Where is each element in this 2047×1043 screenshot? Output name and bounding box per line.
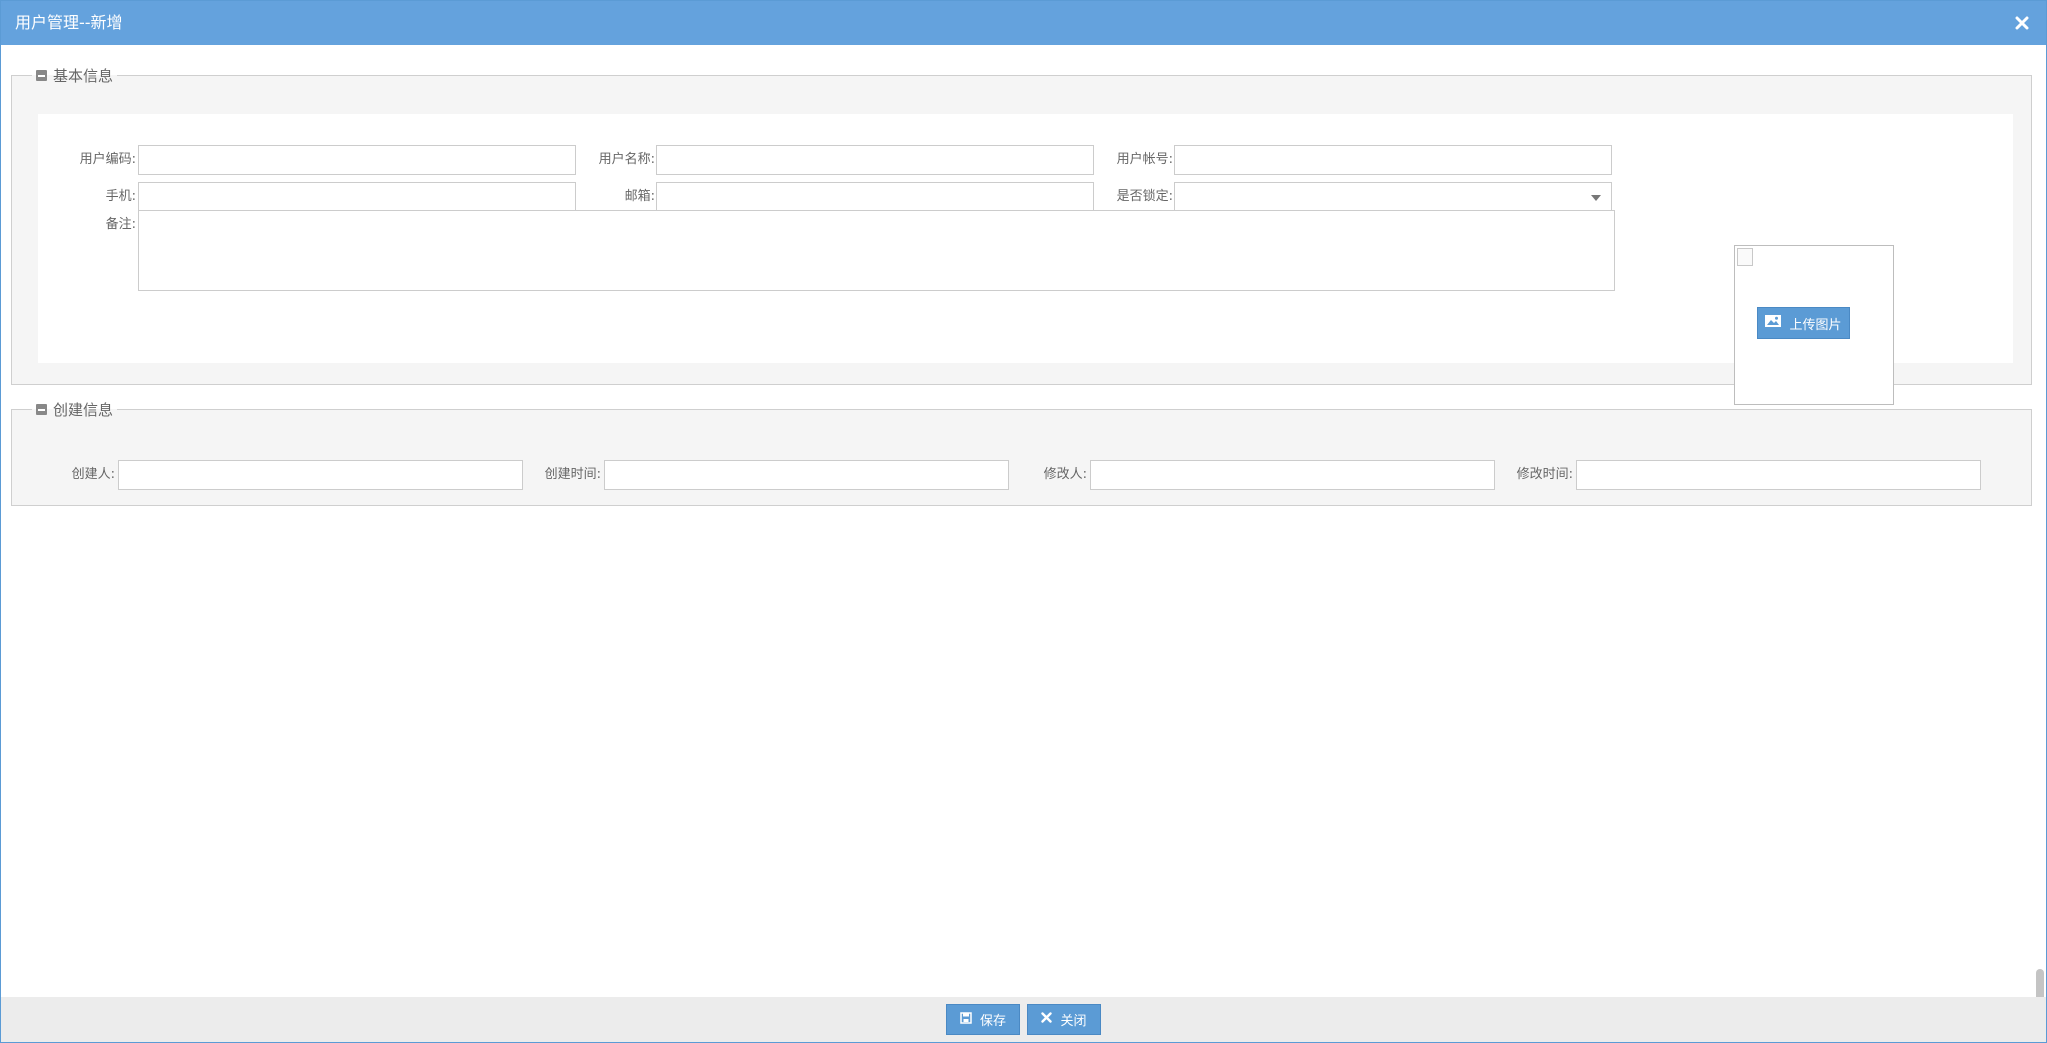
close-button[interactable]: 关闭 [1027, 1004, 1101, 1035]
broken-image-icon [1737, 248, 1753, 266]
user-code-label: 用户编码: [79, 152, 136, 167]
phone-label: 手机: [105, 189, 136, 204]
basic-info-legend: 基本信息 [32, 65, 117, 86]
create-info-legend-label: 创建信息 [53, 401, 114, 419]
creator-input[interactable] [118, 460, 523, 490]
user-account-label: 用户帐号: [1116, 152, 1173, 167]
basic-info-legend-label: 基本信息 [53, 67, 114, 85]
image-icon [1765, 315, 1782, 331]
upload-image-button[interactable]: 上传图片 [1757, 307, 1850, 339]
create-info-group: 创建信息 创建人: 创建时间: 修改人: 修改时间: [11, 399, 2032, 506]
create-time-input[interactable] [604, 460, 1009, 490]
create-info-legend: 创建信息 [32, 399, 117, 420]
phone-input[interactable] [138, 182, 576, 212]
basic-info-panel: 用户编码: 用户名称: 用户帐号: 手机: 邮箱: 是否锁定: 备注: 上传图片 [38, 114, 2013, 405]
save-label: 保存 [979, 1014, 1006, 1029]
dialog-footer: 保存 关闭 [1, 997, 2046, 1042]
remark-textarea[interactable] [138, 210, 1615, 291]
close-icon[interactable] [2010, 11, 2034, 35]
title-bar: 用户管理--新增 [1, 1, 2046, 45]
locked-label: 是否锁定: [1116, 189, 1173, 204]
dialog-window: 用户管理--新增 基本信息 用户编码: 用户名称: 用户帐号: 手机: 邮箱: … [0, 0, 2047, 1043]
remark-label: 备注: [105, 217, 136, 232]
modifier-label: 修改人: [1043, 467, 1087, 482]
user-account-input[interactable] [1174, 145, 1612, 175]
user-name-label: 用户名称: [598, 152, 655, 167]
basic-info-group: 基本信息 用户编码: 用户名称: 用户帐号: 手机: 邮箱: 是否锁定: 备注: [11, 65, 2032, 405]
window-title: 用户管理--新增 [15, 13, 123, 32]
collapse-icon[interactable] [36, 404, 47, 415]
creator-label: 创建人: [71, 467, 115, 482]
modify-time-input[interactable] [1576, 460, 1981, 490]
collapse-icon[interactable] [36, 70, 47, 81]
save-button[interactable]: 保存 [946, 1004, 1020, 1035]
save-icon [960, 1011, 972, 1028]
create-time-label: 创建时间: [544, 467, 601, 482]
chevron-down-icon[interactable] [1591, 195, 1601, 201]
locked-select[interactable] [1174, 182, 1612, 212]
upload-image-label: 上传图片 [1789, 317, 1842, 333]
user-name-input[interactable] [656, 145, 1094, 175]
modifier-input[interactable] [1090, 460, 1495, 490]
user-code-input[interactable] [138, 145, 576, 175]
email-input[interactable] [656, 182, 1094, 212]
close-label: 关闭 [1060, 1014, 1087, 1029]
modify-time-label: 修改时间: [1516, 467, 1573, 482]
close-icon [1041, 1012, 1053, 1027]
email-label: 邮箱: [624, 189, 655, 204]
